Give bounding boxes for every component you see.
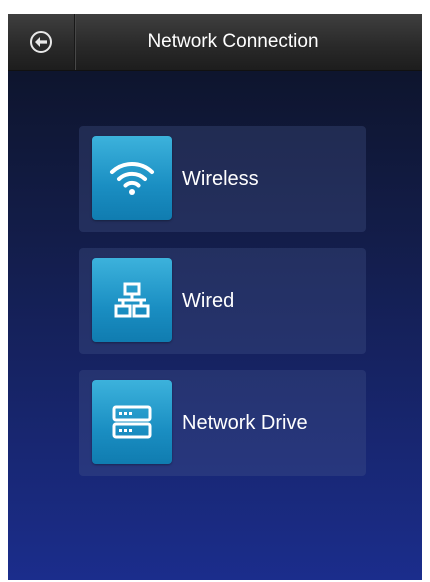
page-title: Network Connection (147, 31, 319, 52)
menu-item-label: Wired (182, 290, 235, 312)
menu-item-label: Network Drive (182, 412, 308, 434)
menu-item-network-drive[interactable]: Network Drive (79, 370, 366, 476)
connection-menu: Wireless Wired Network Drive (79, 126, 366, 492)
menu-item-label: Wireless (182, 168, 259, 190)
menu-item-wireless[interactable]: Wireless (79, 126, 366, 232)
title-bar: Network Connection (8, 14, 422, 71)
menu-item-wired[interactable]: Wired (79, 248, 366, 354)
back-button[interactable] (8, 14, 75, 70)
wifi-icon (92, 136, 172, 220)
network-drive-icon (92, 380, 172, 464)
wired-network-icon (92, 258, 172, 342)
back-arrow-icon (30, 31, 52, 53)
screen: Network Connection Wireless Wired Networ… (8, 14, 422, 580)
